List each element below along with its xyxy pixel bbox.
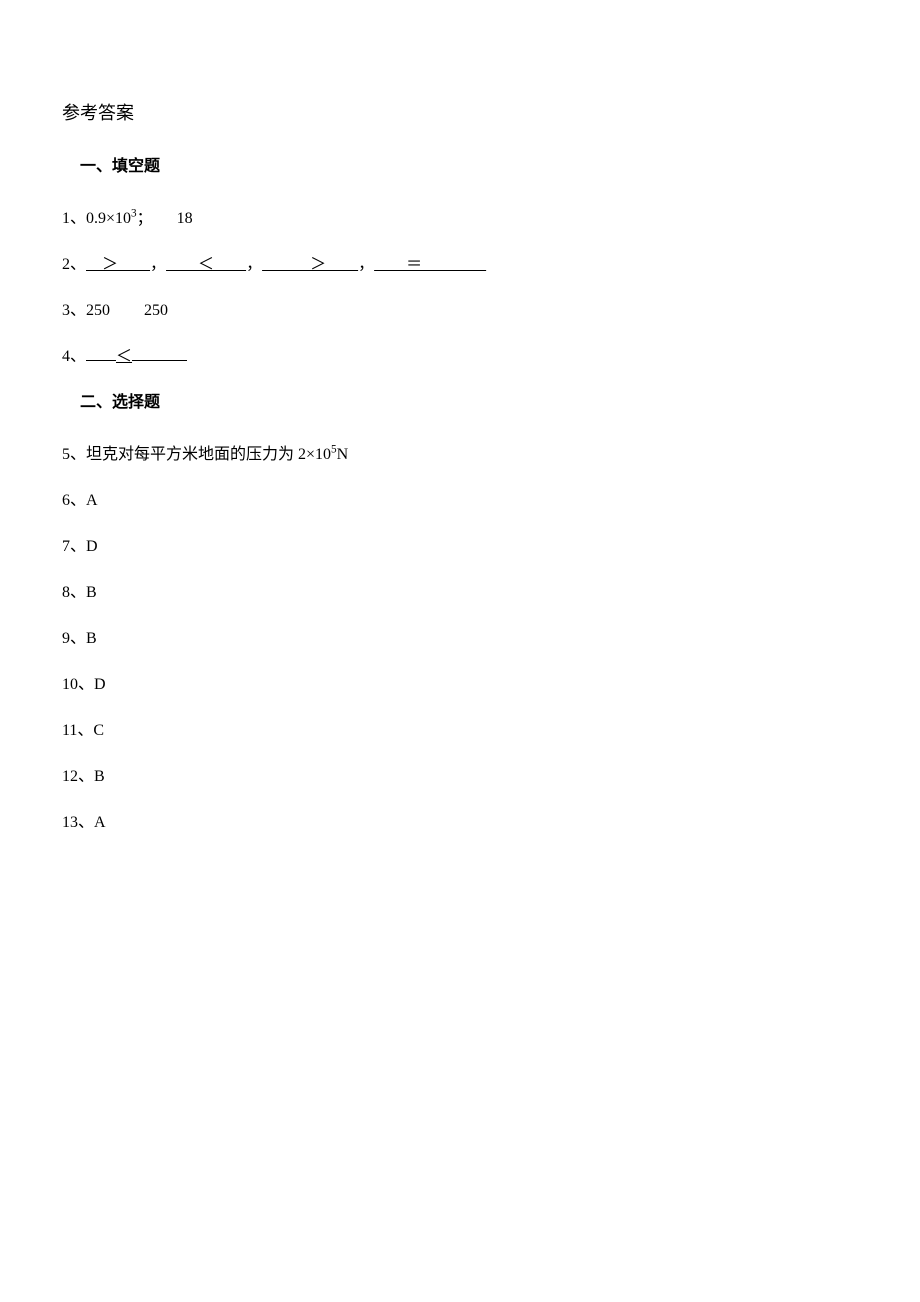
q9-num: 9、 xyxy=(62,630,86,647)
page-title: 参考答案 xyxy=(62,100,858,127)
q2-sep: ， xyxy=(246,256,262,273)
q10-num: 10、 xyxy=(62,676,94,693)
q1-val-b: 18 xyxy=(177,210,193,227)
answer-12: 12、B xyxy=(62,765,858,789)
q2-sep: ， xyxy=(358,256,374,273)
answer-1: 1、0.9×103；18 xyxy=(62,207,858,231)
answer-5: 5、坦克对每平方米地面的压力为 2×105N xyxy=(62,443,858,467)
q3-val-b: 250 xyxy=(144,302,168,319)
q5-text-a: 坦克对每平方米地面的压力为 2×10 xyxy=(86,446,331,463)
q7-ans: D xyxy=(86,538,98,555)
q1-sep: ； xyxy=(137,210,153,227)
q13-num: 13、 xyxy=(62,814,94,831)
q2-sep: ， xyxy=(150,256,166,273)
q13-ans: A xyxy=(94,814,106,831)
q6-num: 6、 xyxy=(62,492,86,509)
q12-num: 12、 xyxy=(62,768,94,785)
q4-blank-post xyxy=(132,360,187,361)
answer-10: 10、D xyxy=(62,673,858,697)
q2-blank-4: ＝ xyxy=(374,253,486,277)
q8-num: 8、 xyxy=(62,584,86,601)
q6-ans: A xyxy=(86,492,98,509)
q1-val-a: 0.9×10 xyxy=(86,210,131,227)
answer-13: 13、A xyxy=(62,811,858,835)
answer-6: 6、A xyxy=(62,489,858,513)
q12-ans: B xyxy=(94,768,105,785)
q2-blank-2: ＜ xyxy=(166,253,246,277)
answer-3: 3、250250 xyxy=(62,299,858,323)
q5-num: 5、 xyxy=(62,446,86,463)
q1-num: 1、 xyxy=(62,210,86,227)
q11-num: 11、 xyxy=(62,722,93,739)
q8-ans: B xyxy=(86,584,97,601)
section-2-heading: 二、选择题 xyxy=(80,391,858,415)
q9-ans: B xyxy=(86,630,97,647)
answer-2: 2、 ＞ ， ＜ ， ＞ ， ＝ xyxy=(62,253,858,277)
q4-blank-pre xyxy=(86,360,116,361)
q2-num: 2、 xyxy=(62,256,86,273)
answer-11: 11、C xyxy=(62,719,858,743)
q11-ans: C xyxy=(93,722,104,739)
q2-blank-3: ＞ xyxy=(262,253,358,277)
q3-val-a: 250 xyxy=(86,302,110,319)
q3-num: 3、 xyxy=(62,302,86,319)
answer-8: 8、B xyxy=(62,581,858,605)
q4-sym: ＜ xyxy=(116,345,132,369)
answer-4: 4、 ＜ xyxy=(62,345,858,369)
q10-ans: D xyxy=(94,676,106,693)
answer-7: 7、D xyxy=(62,535,858,559)
q7-num: 7、 xyxy=(62,538,86,555)
q4-num: 4、 xyxy=(62,348,86,365)
q5-text-b: N xyxy=(337,446,349,463)
section-1-heading: 一、填空题 xyxy=(80,155,858,179)
answer-9: 9、B xyxy=(62,627,858,651)
q2-blank-1: ＞ xyxy=(86,253,150,277)
